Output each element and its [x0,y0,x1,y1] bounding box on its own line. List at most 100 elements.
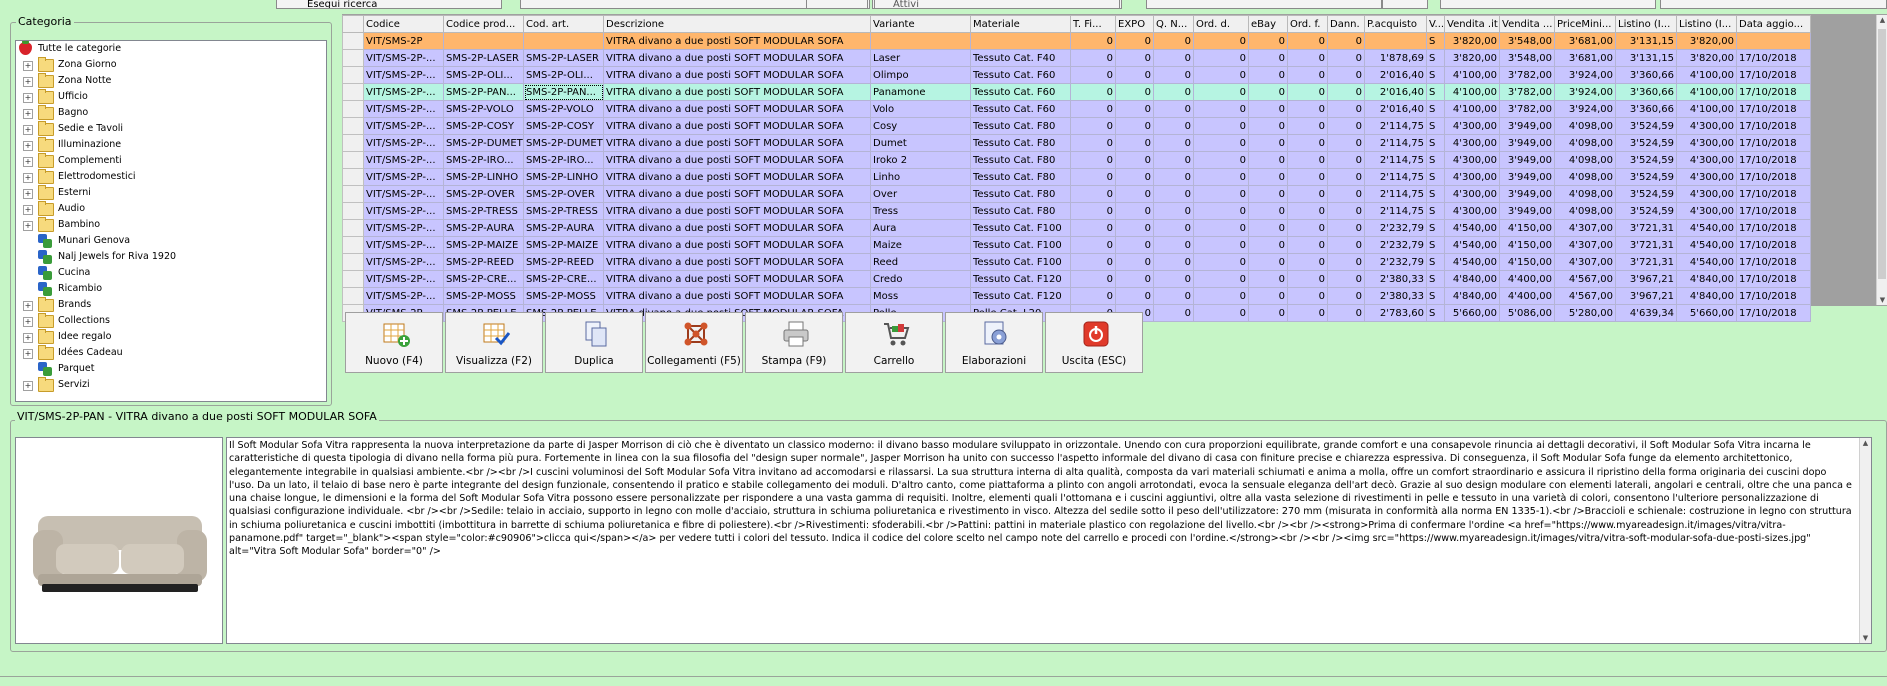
table-cell[interactable]: 4'400,00 [1499,287,1555,305]
table-cell[interactable]: 0 [1153,66,1194,84]
table-cell[interactable]: 0 [1193,287,1249,305]
table-cell[interactable]: 3'820,00 [1444,32,1500,50]
table-cell[interactable]: 0 [1193,134,1249,152]
table-cell[interactable]: 4'300,00 [1676,168,1737,186]
table-cell[interactable]: 3'524,59 [1615,117,1677,135]
table-cell[interactable]: SMS-2P-COSY [523,117,604,135]
tree-item[interactable]: Cucina [16,265,326,281]
table-cell[interactable]: 0 [1070,253,1116,271]
table-cell[interactable]: S [1426,185,1445,203]
expand-icon[interactable]: + [23,173,33,183]
table-cell[interactable]: 0 [1248,83,1288,101]
table-cell[interactable]: Aura [870,219,971,237]
table-cell[interactable]: 4'300,00 [1676,117,1737,135]
table-cell[interactable]: 3'949,00 [1499,151,1555,169]
table-cell[interactable]: 0 [1327,270,1365,288]
table-cell[interactable]: 0 [1248,287,1288,305]
table-cell[interactable]: 17/10/2018 [1736,49,1811,67]
table-cell[interactable]: 0 [1153,287,1194,305]
row-selector[interactable] [342,253,364,271]
table-cell[interactable]: 0 [1327,287,1365,305]
table-cell[interactable]: 0 [1248,117,1288,135]
table-cell[interactable]: 0 [1193,236,1249,254]
table-cell[interactable]: 4'098,00 [1554,151,1616,169]
row-selector[interactable] [342,202,364,220]
table-cell[interactable]: 4'840,00 [1444,287,1500,305]
table-cell[interactable]: 17/10/2018 [1736,236,1811,254]
table-cell[interactable]: 0 [1070,83,1116,101]
column-header[interactable]: Listino (I... [1615,15,1677,33]
table-cell[interactable]: Tress [870,202,971,220]
tree-item[interactable]: + Collections [16,313,326,329]
table-cell[interactable]: 2'114,75 [1364,168,1427,186]
table-cell[interactable]: 17/10/2018 [1736,134,1811,152]
table-row[interactable]: VIT/SMS-2P-... SMS-2P-VOLO SMS-2P-VOLO VITR… [342,100,1811,118]
table-cell[interactable]: 4'567,00 [1554,287,1616,305]
table-cell[interactable]: 0 [1193,83,1249,101]
table-cell[interactable]: 0 [1287,134,1328,152]
row-selector[interactable] [342,168,364,186]
table-cell[interactable]: 3'131,15 [1615,32,1677,50]
table-cell[interactable]: 17/10/2018 [1736,304,1811,322]
expand-icon[interactable]: + [23,109,33,119]
table-cell[interactable]: 0 [1070,100,1116,118]
table-cell[interactable]: 0 [1193,270,1249,288]
table-cell[interactable]: 4'300,00 [1444,117,1500,135]
tree-item[interactable]: + Idee regalo [16,329,326,345]
search-button[interactable]: Esegui ricerca [276,0,502,9]
table-cell[interactable]: 0 [1248,202,1288,220]
table-cell[interactable]: 3'721,31 [1615,253,1677,271]
table-cell[interactable]: 0 [1153,117,1194,135]
table-cell[interactable] [443,32,524,50]
table-cell[interactable]: 0 [1153,100,1194,118]
table-cell[interactable]: Tessuto Cat. F60 [970,100,1071,118]
table-cell[interactable]: 0 [1287,236,1328,254]
tree-item[interactable]: + Servizi [16,377,326,393]
table-cell[interactable]: VITRA divano a due posti SOFT MODULAR SO… [603,49,871,67]
table-cell[interactable]: 0 [1327,236,1365,254]
row-selector[interactable] [342,185,364,203]
table-cell[interactable]: 0 [1193,304,1249,322]
table-cell[interactable]: 0 [1193,168,1249,186]
table-cell[interactable]: 0 [1193,151,1249,169]
table-cell[interactable]: VITRA divano a due posti SOFT MODULAR SO… [603,270,871,288]
column-header[interactable]: Vendita .it [1444,15,1500,33]
table-cell[interactable]: 0 [1115,168,1154,186]
tree-item[interactable]: Munari Genova [16,233,326,249]
table-cell[interactable]: 0 [1287,202,1328,220]
table-cell[interactable]: 3'524,59 [1615,168,1677,186]
table-cell[interactable]: 4'100,00 [1444,66,1500,84]
table-cell[interactable]: SMS-2P-COSY [443,117,524,135]
column-header[interactable]: Materiale [970,15,1071,33]
tree-item[interactable]: + Bambino [16,217,326,233]
column-header[interactable]: Vendita ... [1499,15,1555,33]
row-selector[interactable] [342,151,364,169]
table-cell[interactable]: VIT/SMS-2P-... [363,134,444,152]
grid-vertical-scrollbar[interactable]: ▲ ▼ [1876,15,1887,305]
table-cell[interactable]: Tessuto Cat. F60 [970,66,1071,84]
table-row[interactable]: VIT/SMS-2P-... SMS-2P-OVER SMS-2P-OVER VITR… [342,185,1811,203]
tree-item[interactable]: + Idées Cadeau [16,345,326,361]
column-header[interactable]: EXPO [1115,15,1154,33]
table-cell[interactable]: SMS-2P-TRESS [443,202,524,220]
table-cell[interactable]: 0 [1115,66,1154,84]
expand-icon[interactable]: + [23,141,33,151]
table-cell[interactable]: 0 [1070,236,1116,254]
table-cell[interactable]: 0 [1115,134,1154,152]
table-cell[interactable]: 0 [1248,100,1288,118]
table-cell[interactable]: 0 [1287,304,1328,322]
tree-item[interactable]: + Audio [16,201,326,217]
column-header[interactable]: Ord. f. [1287,15,1328,33]
table-cell[interactable]: 0 [1327,168,1365,186]
table-cell[interactable]: 0 [1327,32,1365,50]
row-selector[interactable] [342,32,364,50]
table-cell[interactable]: VITRA divano a due posti SOFT MODULAR SO… [603,219,871,237]
column-header[interactable]: T. Fi... [1070,15,1116,33]
table-cell[interactable]: 0 [1248,253,1288,271]
tree-item[interactable]: + Brands [16,297,326,313]
table-row[interactable]: VIT/SMS-2P-... SMS-2P-PAN... SMS-2P-PAN...… [342,83,1811,101]
table-cell[interactable]: VITRA divano a due posti SOFT MODULAR SO… [603,287,871,305]
table-cell[interactable]: SMS-2P-IRO... [523,151,604,169]
table-cell[interactable]: Iroko 2 [870,151,971,169]
table-cell[interactable]: 0 [1070,151,1116,169]
